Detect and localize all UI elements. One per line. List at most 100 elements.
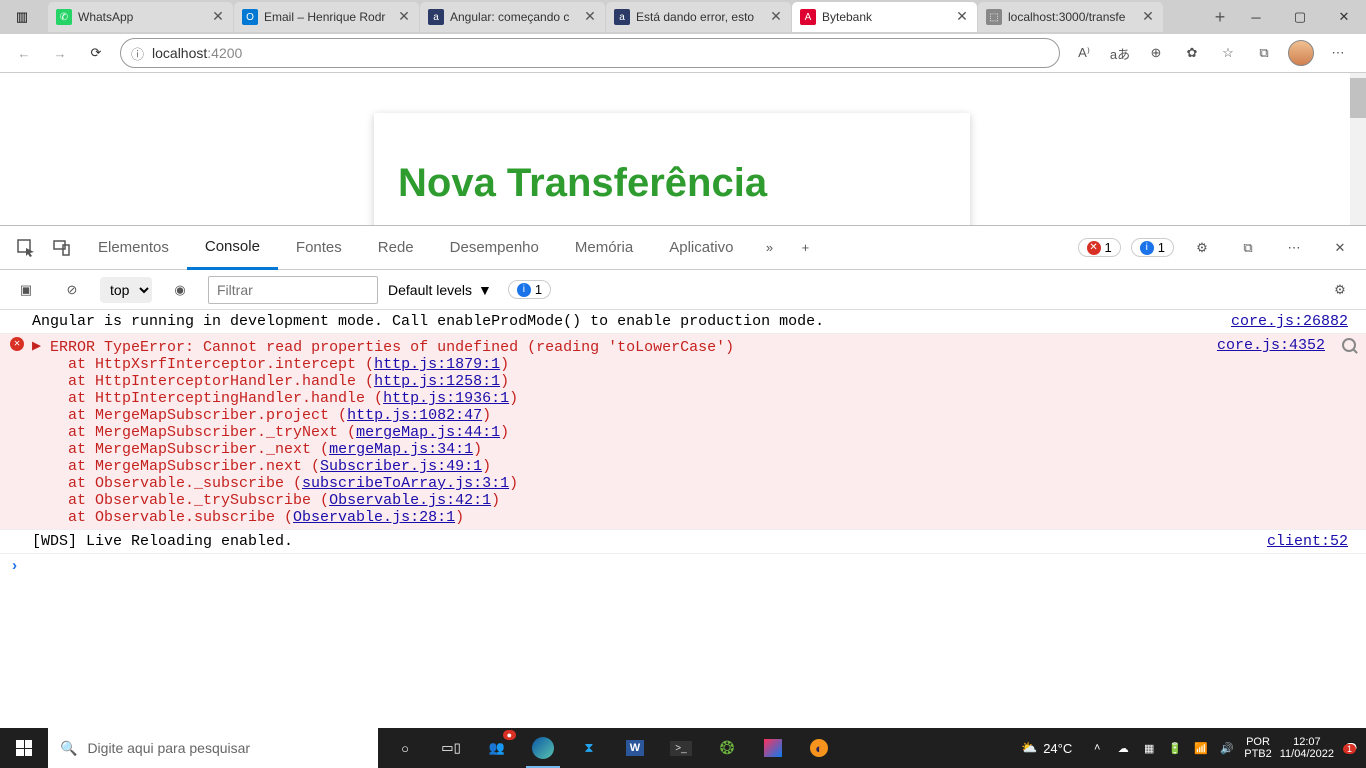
add-panel-icon[interactable]: + xyxy=(787,230,823,266)
minimize-button[interactable]: ─ xyxy=(1234,2,1278,32)
scrollbar-thumb[interactable] xyxy=(1350,78,1366,118)
clear-console-icon[interactable]: ⊘ xyxy=(54,272,90,308)
devtools-tab-rede[interactable]: Rede xyxy=(360,226,432,270)
browser-tab[interactable]: aAngular: começando c✕ xyxy=(420,2,605,32)
context-select[interactable]: top xyxy=(100,277,152,303)
taskbar-search[interactable]: 🔍 Digite aqui para pesquisar xyxy=(48,728,378,768)
language-indicator[interactable]: PORPTB2 xyxy=(1244,736,1272,760)
favicon-icon: ⬚ xyxy=(986,9,1002,25)
close-window-button[interactable]: ✕ xyxy=(1322,2,1366,32)
stack-link[interactable]: mergeMap.js:34:1 xyxy=(329,441,473,458)
settings-gear-icon[interactable]: ⚙ xyxy=(1184,230,1220,266)
onedrive-icon[interactable]: ☁ xyxy=(1114,742,1132,755)
error-badge[interactable]: ✕1 xyxy=(1078,238,1121,257)
source-link[interactable]: core.js:4352 xyxy=(1217,337,1333,354)
close-devtools-icon[interactable]: ✕ xyxy=(1322,230,1358,266)
chevron-up-icon[interactable]: ˄ xyxy=(1088,742,1106,754)
vscode-icon[interactable]: ⧗ xyxy=(566,728,612,768)
source-link[interactable]: core.js:26882 xyxy=(1231,313,1356,330)
stack-link[interactable]: Observable.js:28:1 xyxy=(293,509,455,526)
devtools-tab-fontes[interactable]: Fontes xyxy=(278,226,360,270)
tab-title: Está dando error, esto xyxy=(636,10,763,24)
tray-app-icon[interactable]: ▦ xyxy=(1140,742,1158,755)
issues-badge[interactable]: i1 xyxy=(508,280,551,299)
live-expression-icon[interactable]: ◉ xyxy=(162,272,198,308)
task-view-icon[interactable]: ▭▯ xyxy=(428,728,474,768)
refresh-button[interactable]: ⟳ xyxy=(80,37,112,69)
stack-link[interactable]: http.js:1082:47 xyxy=(347,407,482,424)
search-icon[interactable] xyxy=(1342,338,1356,352)
devtools-tab-memória[interactable]: Memória xyxy=(557,226,651,270)
browser-tab[interactable]: ✆ WhatsApp ✕ xyxy=(48,2,233,32)
browser-tab[interactable]: ABytebank✕ xyxy=(792,2,977,32)
console-settings-icon[interactable]: ⚙ xyxy=(1322,272,1358,308)
notifications-icon[interactable]: 💬1 xyxy=(1342,742,1360,755)
stack-link[interactable]: http.js:1936:1 xyxy=(383,390,509,407)
close-tab-icon[interactable]: ✕ xyxy=(583,10,597,24)
devtools-tab-aplicativo[interactable]: Aplicativo xyxy=(651,226,751,270)
close-tab-icon[interactable]: ✕ xyxy=(1141,10,1155,24)
url-input[interactable]: ⓘ localhost:4200 xyxy=(120,38,1060,68)
devtools-tab-console[interactable]: Console xyxy=(187,226,278,270)
levels-dropdown[interactable]: Default levels ▼ xyxy=(388,282,498,298)
close-tab-icon[interactable]: ✕ xyxy=(397,10,411,24)
sidebar-toggle-icon[interactable]: ▥ xyxy=(8,3,36,31)
filter-input[interactable] xyxy=(208,276,378,304)
stack-link[interactable]: http.js:1879:1 xyxy=(374,356,500,373)
browser-tab[interactable]: aEstá dando error, esto✕ xyxy=(606,2,791,32)
start-button[interactable] xyxy=(0,728,48,768)
favicon-icon: ✆ xyxy=(56,9,72,25)
volume-icon[interactable]: 🔊 xyxy=(1218,742,1236,755)
cortana-icon[interactable]: ○ xyxy=(382,728,428,768)
spring-icon[interactable]: ❂ xyxy=(704,728,750,768)
battery-icon[interactable]: 🔋 xyxy=(1166,742,1184,755)
source-link[interactable]: client:52 xyxy=(1267,533,1356,550)
console-prompt[interactable]: › xyxy=(0,554,1366,579)
shopping-icon[interactable]: ✿ xyxy=(1180,41,1204,65)
stack-link[interactable]: Subscriber.js:49:1 xyxy=(320,458,482,475)
teams-icon[interactable]: 👥● xyxy=(474,728,520,768)
translate-icon[interactable]: aあ xyxy=(1108,41,1132,65)
console-output[interactable]: Angular is running in development mode. … xyxy=(0,310,1366,733)
site-info-icon[interactable]: ⓘ xyxy=(131,44,144,63)
stack-link[interactable]: http.js:1258:1 xyxy=(374,373,500,390)
stack-link[interactable]: subscribeToArray.js:3:1 xyxy=(302,475,509,492)
more-icon[interactable]: ⋯ xyxy=(1276,230,1312,266)
terminal-icon[interactable]: >_ xyxy=(658,728,704,768)
search-icon: 🔍 xyxy=(60,740,77,757)
tab-strip: ▥ ✆WhatsApp✕OEmail – Henrique Rodr✕aAngu… xyxy=(0,0,1366,34)
devtools-tab-desempenho[interactable]: Desempenho xyxy=(432,226,557,270)
browser-tab[interactable]: ⬚localhost:3000/transfe✕ xyxy=(978,2,1163,32)
close-tab-icon[interactable]: ✕ xyxy=(769,10,783,24)
intellij-icon[interactable] xyxy=(750,728,796,768)
inspect-icon[interactable] xyxy=(8,230,44,266)
weather-widget[interactable]: ⛅24°C xyxy=(1013,740,1080,756)
read-aloud-icon[interactable]: A⁾ xyxy=(1072,41,1096,65)
favorites-icon[interactable]: ☆ xyxy=(1216,41,1240,65)
browser-tab[interactable]: OEmail – Henrique Rodr✕ xyxy=(234,2,419,32)
profile-avatar[interactable] xyxy=(1288,40,1314,66)
forward-button[interactable]: → xyxy=(44,37,76,69)
maximize-button[interactable]: ▢ xyxy=(1278,2,1322,32)
wifi-icon[interactable]: 📶 xyxy=(1192,742,1210,755)
menu-icon[interactable]: ⋯ xyxy=(1326,41,1350,65)
zoom-icon[interactable]: ⊕ xyxy=(1144,41,1168,65)
edge-icon[interactable] xyxy=(520,728,566,768)
toggle-sidebar-icon[interactable]: ▣ xyxy=(8,272,44,308)
devtools-tab-elementos[interactable]: Elementos xyxy=(80,226,187,270)
dock-icon[interactable]: ⧉ xyxy=(1230,230,1266,266)
back-button[interactable]: ← xyxy=(8,37,40,69)
tab-title: WhatsApp xyxy=(78,10,205,24)
new-tab-button[interactable]: + xyxy=(1206,7,1234,28)
clock[interactable]: 12:0711/04/2022 xyxy=(1280,736,1334,760)
stack-link[interactable]: Observable.js:42:1 xyxy=(329,492,491,509)
close-tab-icon[interactable]: ✕ xyxy=(211,10,225,24)
info-badge[interactable]: i1 xyxy=(1131,238,1174,257)
word-icon[interactable]: W xyxy=(612,728,658,768)
more-tabs-icon[interactable]: » xyxy=(751,230,787,266)
stack-link[interactable]: mergeMap.js:44:1 xyxy=(356,424,500,441)
device-mode-icon[interactable] xyxy=(44,230,80,266)
close-tab-icon[interactable]: ✕ xyxy=(955,10,969,24)
eclipse-icon[interactable]: ◐ xyxy=(796,728,842,768)
collections-icon[interactable]: ⧉ xyxy=(1252,41,1276,65)
